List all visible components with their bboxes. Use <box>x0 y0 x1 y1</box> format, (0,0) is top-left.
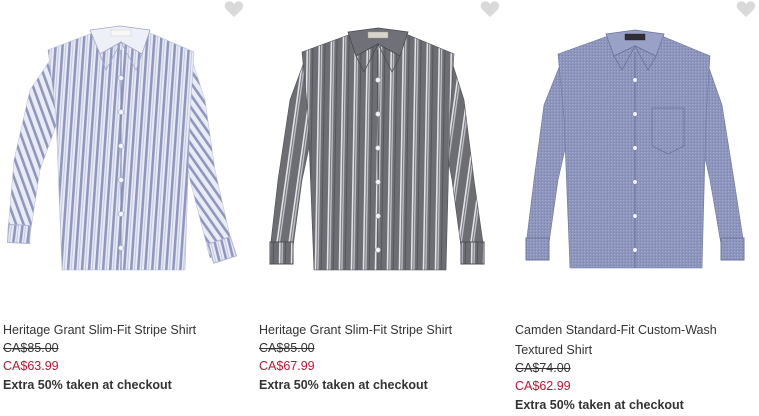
product-info: Heritage Grant Slim-Fit Stripe Shirt CA$… <box>259 320 495 395</box>
product-grid: Heritage Grant Slim-Fit Stripe Shirt CA$… <box>0 0 759 416</box>
sale-price: CA$63.99 <box>3 359 59 373</box>
heart-icon[interactable] <box>480 0 500 18</box>
heart-icon[interactable] <box>736 0 756 18</box>
promo-text: Extra 50% taken at checkout <box>259 378 428 392</box>
product-image-grey-stripe-shirt[interactable] <box>256 20 502 310</box>
sale-price: CA$62.99 <box>515 379 571 393</box>
product-info: Heritage Grant Slim-Fit Stripe Shirt CA$… <box>3 320 239 395</box>
product-image-blue-textured-shirt[interactable] <box>512 20 758 310</box>
product-name[interactable]: Heritage Grant Slim-Fit Stripe Shirt <box>259 320 495 340</box>
product-card[interactable]: Heritage Grant Slim-Fit Stripe Shirt CA$… <box>0 0 246 416</box>
sale-price: CA$67.99 <box>259 359 315 373</box>
product-image-light-stripe-shirt[interactable] <box>0 20 246 310</box>
original-price: CA$74.00 <box>515 361 571 375</box>
product-info: Camden Standard-Fit Custom-Wash Textured… <box>515 320 751 415</box>
original-price: CA$85.00 <box>3 341 59 355</box>
product-name[interactable]: Camden Standard-Fit Custom-Wash Textured… <box>515 320 751 360</box>
product-card[interactable]: Heritage Grant Slim-Fit Stripe Shirt CA$… <box>256 0 502 416</box>
heart-icon[interactable] <box>224 0 244 18</box>
promo-text: Extra 50% taken at checkout <box>3 378 172 392</box>
promo-text: Extra 50% taken at checkout <box>515 398 684 412</box>
original-price: CA$85.00 <box>259 341 315 355</box>
product-card[interactable]: Camden Standard-Fit Custom-Wash Textured… <box>512 0 758 416</box>
product-name[interactable]: Heritage Grant Slim-Fit Stripe Shirt <box>3 320 239 340</box>
